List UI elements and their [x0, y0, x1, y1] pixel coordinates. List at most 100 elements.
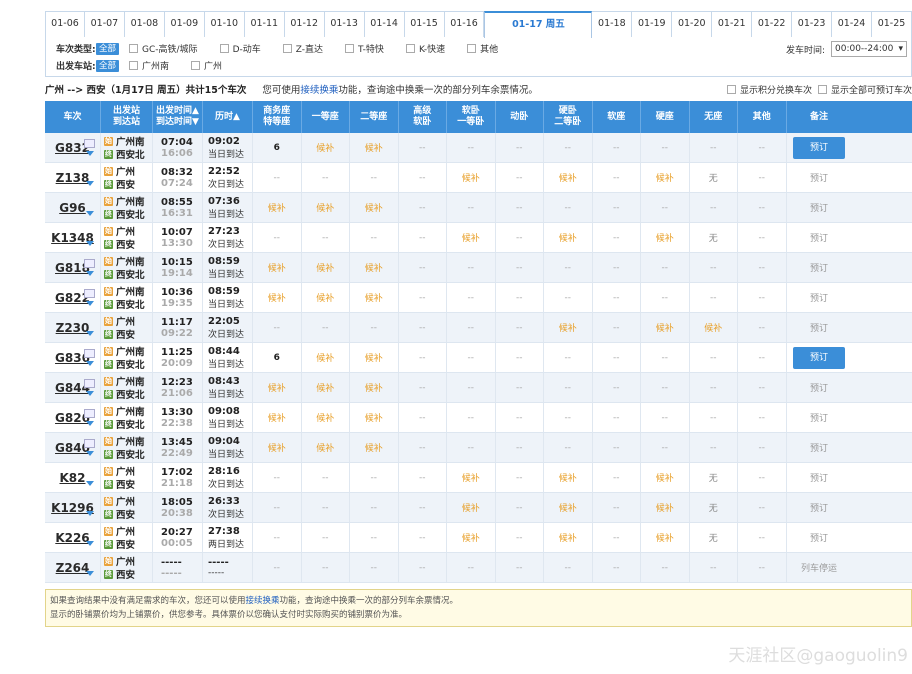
- date-tab[interactable]: 01-19: [632, 11, 673, 37]
- seat-cell[interactable]: 候补: [350, 373, 399, 402]
- station-checkbox[interactable]: [191, 61, 201, 70]
- seat-cell[interactable]: 候补: [641, 463, 690, 492]
- seat-cell[interactable]: 候补: [253, 433, 302, 462]
- seat-cell[interactable]: 候补: [253, 253, 302, 282]
- seat-cell[interactable]: 候补: [350, 343, 399, 372]
- seat-cell[interactable]: 候补: [447, 523, 496, 552]
- book-button[interactable]: 预订: [810, 411, 828, 424]
- date-tab[interactable]: 01-06: [45, 11, 85, 37]
- seat-cell[interactable]: 候补: [253, 403, 302, 432]
- seat-cell[interactable]: 候补: [544, 163, 593, 192]
- seat-cell[interactable]: 候补: [641, 163, 690, 192]
- date-tab[interactable]: 01-10: [204, 11, 245, 37]
- train-type-option[interactable]: T-特快: [339, 42, 398, 55]
- train-number-link[interactable]: K226: [55, 531, 89, 545]
- departure-time-select[interactable]: 00:00--24:00 ▾: [831, 41, 907, 57]
- date-tab[interactable]: 01-24: [832, 11, 873, 37]
- date-tab[interactable]: 01-08: [124, 11, 165, 37]
- train-type-checkbox[interactable]: [129, 44, 139, 53]
- seat-cell[interactable]: 候补: [544, 223, 593, 252]
- seat-cell[interactable]: 候补: [544, 313, 593, 342]
- train-info-icon[interactable]: [84, 289, 95, 298]
- seat-cell[interactable]: 候补: [350, 253, 399, 282]
- date-tab[interactable]: 01-22: [752, 11, 793, 37]
- train-number-link[interactable]: Z138: [56, 171, 90, 185]
- date-tab[interactable]: 01-16: [444, 11, 485, 37]
- seat-cell[interactable]: 候补: [302, 343, 350, 372]
- date-tab[interactable]: 01-13: [324, 11, 365, 37]
- train-type-checkbox[interactable]: [219, 44, 229, 53]
- train-type-checkbox[interactable]: [282, 44, 292, 53]
- book-button[interactable]: 预订: [810, 231, 828, 244]
- train-info-icon[interactable]: [84, 409, 95, 418]
- date-tab[interactable]: 01-12: [284, 11, 325, 37]
- book-button[interactable]: 预订: [810, 201, 828, 214]
- seat-cell[interactable]: 候补: [350, 133, 399, 162]
- train-info-icon[interactable]: [84, 139, 95, 148]
- book-button[interactable]: 预订: [810, 441, 828, 454]
- date-tab[interactable]: 01-25: [872, 11, 912, 37]
- seat-cell[interactable]: 候补: [302, 283, 350, 312]
- seat-cell[interactable]: 候补: [302, 193, 350, 222]
- date-tab[interactable]: 01-09: [164, 11, 205, 37]
- book-button[interactable]: 预订: [810, 291, 828, 304]
- caret-down-icon[interactable]: [86, 241, 94, 246]
- book-button[interactable]: 预订: [810, 321, 828, 334]
- book-button[interactable]: 预订: [793, 346, 845, 369]
- train-type-option[interactable]: GC-高铁/城际: [123, 42, 212, 55]
- header-time[interactable]: 出发时间▲ 到达时间▼: [153, 101, 203, 133]
- seat-cell[interactable]: 候补: [350, 283, 399, 312]
- caret-down-icon[interactable]: [86, 421, 94, 426]
- seat-cell[interactable]: 候补: [641, 523, 690, 552]
- caret-down-icon[interactable]: [86, 361, 94, 366]
- caret-down-icon[interactable]: [86, 541, 94, 546]
- seat-cell[interactable]: 候补: [447, 463, 496, 492]
- train-info-icon[interactable]: [84, 379, 95, 388]
- caret-down-icon[interactable]: [86, 571, 94, 576]
- train-number-link[interactable]: Z264: [56, 561, 90, 575]
- train-info-icon[interactable]: [84, 349, 95, 358]
- date-tab[interactable]: 01-14: [364, 11, 405, 37]
- seat-cell[interactable]: 候补: [302, 373, 350, 402]
- train-type-option[interactable]: 其他: [461, 42, 512, 55]
- header-duration[interactable]: 历时▲: [203, 101, 253, 133]
- station-checkbox[interactable]: [129, 61, 139, 70]
- train-type-checkbox[interactable]: [345, 44, 355, 53]
- train-number-link[interactable]: Z230: [56, 321, 90, 335]
- footnote-transfer-link[interactable]: 接续换乘: [246, 596, 280, 606]
- caret-down-icon[interactable]: [86, 271, 94, 276]
- seat-cell[interactable]: 候补: [350, 403, 399, 432]
- book-button[interactable]: 预订: [810, 261, 828, 274]
- seat-cell[interactable]: 候补: [544, 523, 593, 552]
- seat-cell[interactable]: 候补: [447, 493, 496, 522]
- date-tab[interactable]: 01-17 周五: [484, 11, 593, 38]
- book-button[interactable]: 预订: [793, 136, 845, 159]
- train-number-link[interactable]: G96: [59, 201, 86, 215]
- date-tab[interactable]: 01-20: [672, 11, 713, 37]
- book-button[interactable]: 预订: [810, 531, 828, 544]
- caret-down-icon[interactable]: [86, 391, 94, 396]
- show-points-checkbox[interactable]: [726, 85, 736, 94]
- caret-down-icon[interactable]: [86, 331, 94, 336]
- caret-down-icon[interactable]: [86, 181, 94, 186]
- seat-cell[interactable]: 候补: [302, 253, 350, 282]
- train-info-icon[interactable]: [84, 439, 95, 448]
- date-tab[interactable]: 01-15: [404, 11, 445, 37]
- station-all-button[interactable]: 全部: [96, 59, 120, 72]
- seat-cell[interactable]: 6: [253, 343, 302, 372]
- seat-cell[interactable]: 候补: [350, 433, 399, 462]
- seat-cell[interactable]: 候补: [302, 403, 350, 432]
- show-bookable-checkbox[interactable]: [817, 85, 827, 94]
- seat-cell[interactable]: 候补: [253, 283, 302, 312]
- seat-cell[interactable]: 候补: [447, 223, 496, 252]
- train-type-all-button[interactable]: 全部: [96, 42, 120, 55]
- book-button[interactable]: 预订: [810, 471, 828, 484]
- transfer-link[interactable]: 接续换乘: [300, 85, 338, 96]
- book-button[interactable]: 预订: [810, 501, 828, 514]
- date-tab[interactable]: 01-23: [792, 11, 833, 37]
- date-tab[interactable]: 01-07: [84, 11, 125, 37]
- train-type-option[interactable]: Z-直达: [277, 42, 337, 55]
- seat-cell[interactable]: 候补: [544, 463, 593, 492]
- caret-down-icon[interactable]: [86, 481, 94, 486]
- seat-cell[interactable]: 候补: [641, 223, 690, 252]
